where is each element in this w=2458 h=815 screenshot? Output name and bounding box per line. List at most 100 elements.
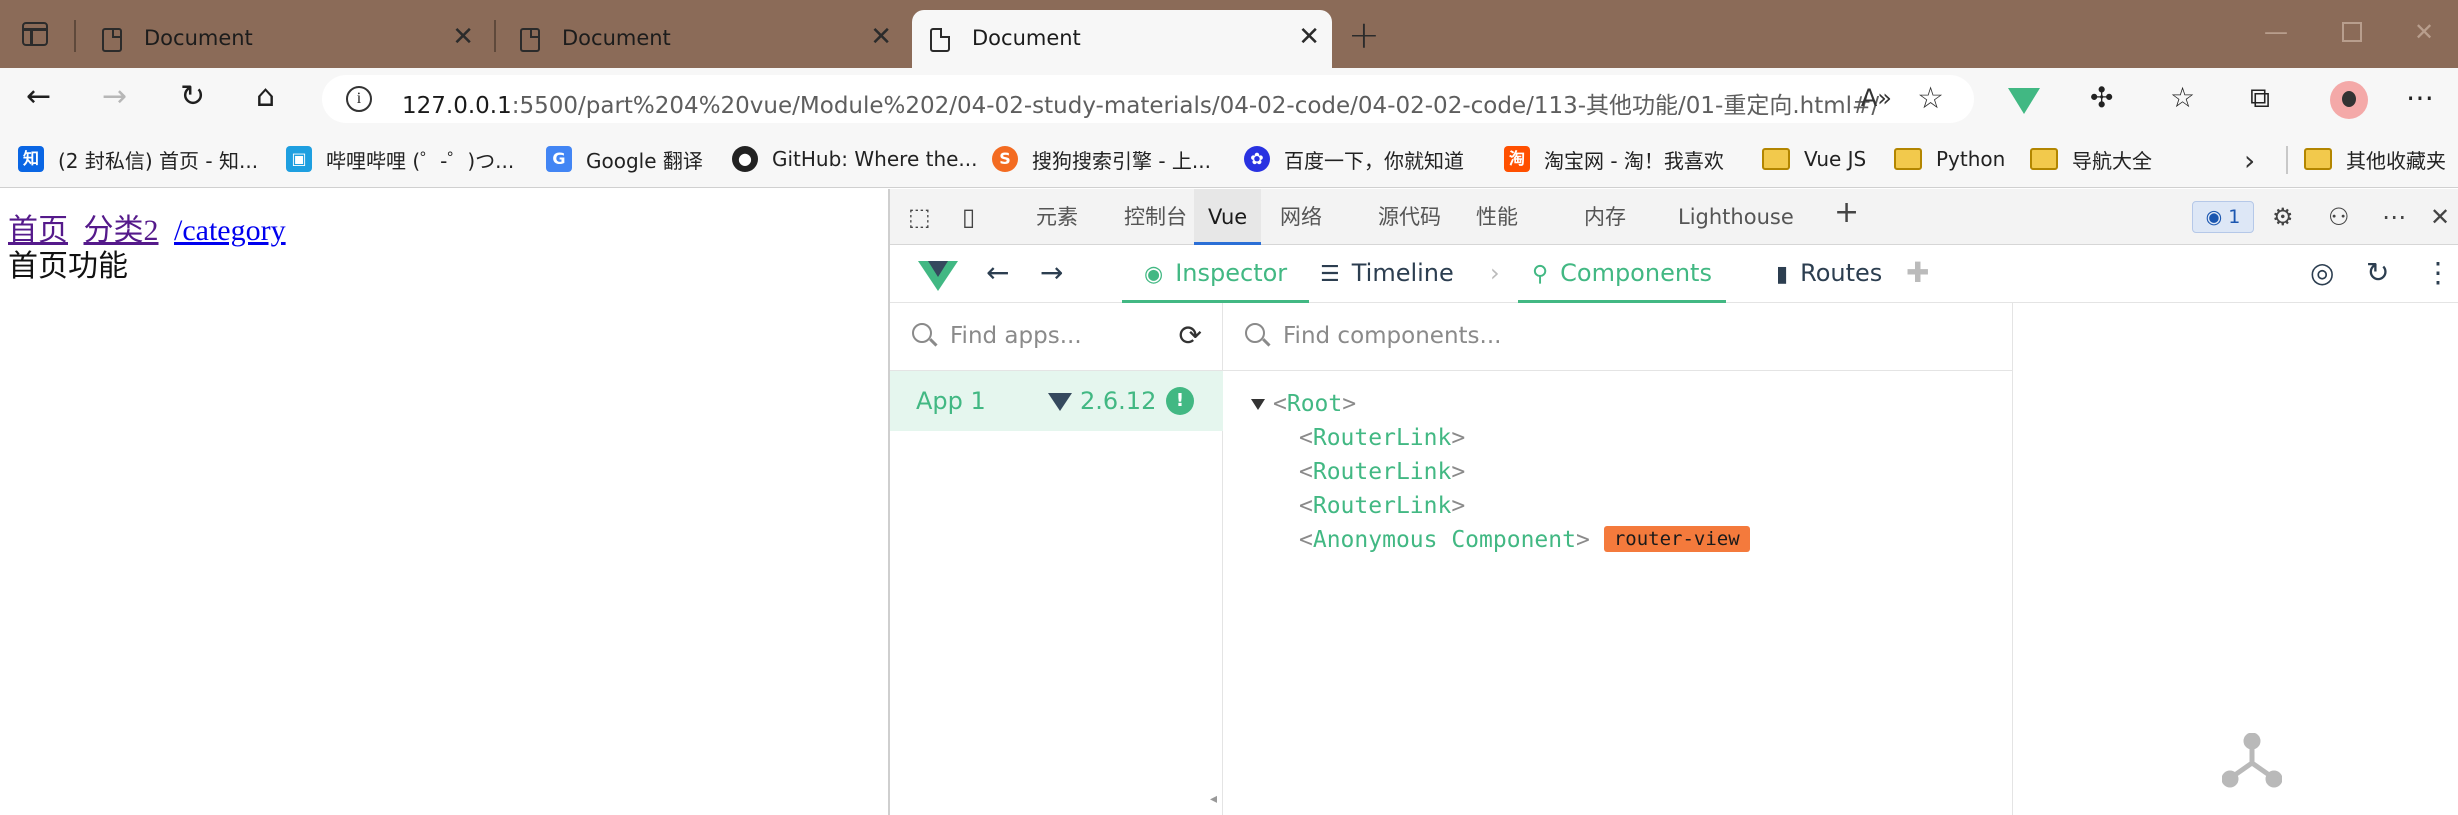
- bookmark-taobao[interactable]: 淘 淘宝网 - 淘！我喜欢: [1504, 144, 1724, 174]
- tree-node-routerlink[interactable]: <RouterLink>: [1299, 421, 1465, 455]
- folder-icon: [1762, 148, 1790, 170]
- bookmark-folder-nav[interactable]: 导航大全: [2030, 144, 2152, 174]
- bookmark-label: 百度一下，你就知道: [1284, 148, 1464, 173]
- tab-elements[interactable]: 元素: [1022, 189, 1092, 245]
- app-list-item[interactable]: App 1 2.6.12 !: [890, 371, 1223, 431]
- close-icon[interactable]: ✕: [452, 23, 474, 51]
- tab-2[interactable]: Document ✕: [502, 10, 904, 68]
- close-icon[interactable]: ✕: [870, 23, 892, 51]
- tree-node-anonymous[interactable]: <Anonymous Component> router-view: [1299, 523, 1750, 557]
- timeline-label: Timeline: [1351, 259, 1454, 287]
- tab-3-active[interactable]: Document ✕: [912, 10, 1332, 68]
- bookmark-bilibili[interactable]: ▣ 哔哩哔哩 (゜-゜)つ...: [286, 144, 514, 174]
- tab-network[interactable]: 网络: [1266, 189, 1336, 245]
- forward-arrow-icon[interactable]: →: [1040, 257, 1063, 289]
- url-text[interactable]: 127.0.0.1:5500/part%204%20vue/Module%202…: [402, 86, 1879, 120]
- collections-icon[interactable]: ⧉: [2250, 82, 2270, 114]
- inspect-element-icon[interactable]: ⬚: [908, 203, 931, 231]
- components-search[interactable]: Find components...: [1223, 303, 2013, 371]
- back-arrow-icon[interactable]: ←: [986, 257, 1009, 289]
- url-host: 127.0.0.1: [402, 93, 512, 119]
- bookmark-folder-vuejs[interactable]: Vue JS: [1762, 144, 1866, 174]
- bookmark-folder-python[interactable]: Python: [1894, 144, 2005, 174]
- settings-gear-icon[interactable]: ⚙: [2272, 203, 2294, 231]
- tab-performance[interactable]: 性能: [1462, 189, 1532, 245]
- collapse-caret-icon[interactable]: ◂: [1210, 791, 1217, 807]
- favorites-icon[interactable]: ☆: [2170, 82, 2195, 114]
- home-icon[interactable]: ⌂: [256, 80, 275, 114]
- more-icon[interactable]: ⋯: [2406, 82, 2434, 114]
- more-vertical-icon[interactable]: ⋮: [2424, 257, 2452, 289]
- tab-1[interactable]: Document ✕: [84, 10, 486, 68]
- apps-search[interactable]: Find apps... ⟳: [890, 303, 1222, 371]
- new-tab-button[interactable]: +: [1348, 16, 1380, 54]
- component-graph-icon: [2222, 733, 2282, 788]
- reload-icon[interactable]: ↻: [180, 80, 205, 114]
- tag-open: <: [1299, 459, 1313, 485]
- device-toolbar-icon[interactable]: ▯: [962, 203, 975, 231]
- inspector-tab[interactable]: ◉ Inspector: [1122, 245, 1310, 303]
- tree-node-routerlink[interactable]: <RouterLink>: [1299, 455, 1465, 489]
- breadcrumb-separator: ›: [1490, 259, 1500, 287]
- extensions-icon[interactable]: ✣: [2090, 82, 2113, 114]
- refresh-icon[interactable]: ↻: [2366, 257, 2389, 289]
- refresh-apps-icon[interactable]: ⟳: [1179, 319, 1202, 352]
- components-search-input[interactable]: Find components...: [1283, 323, 1501, 349]
- forward-icon[interactable]: →: [102, 80, 127, 114]
- bookmark-baidu[interactable]: ✿ 百度一下，你就知道: [1244, 144, 1464, 174]
- tag-close: >: [1575, 527, 1590, 553]
- chevron-right-icon[interactable]: ›: [2244, 144, 2255, 177]
- customize-icon[interactable]: ⚇: [2328, 203, 2350, 231]
- plugin-icon[interactable]: ✚: [1906, 257, 1929, 289]
- window-close-icon[interactable]: ✕: [2414, 18, 2434, 46]
- read-aloud-icon[interactable]: A»: [1861, 84, 1892, 112]
- inspector-label: Inspector: [1175, 259, 1288, 287]
- baidu-icon: ✿: [1244, 146, 1270, 172]
- tab-sources[interactable]: 源代码: [1364, 189, 1455, 245]
- more-options-icon[interactable]: ⋯: [2382, 203, 2406, 231]
- components-tab[interactable]: ⚲ Components: [1518, 245, 1726, 303]
- back-icon[interactable]: ←: [26, 80, 51, 114]
- tab-lighthouse[interactable]: Lighthouse: [1664, 189, 1808, 245]
- bookmark-label: 淘宝网 - 淘！我喜欢: [1544, 148, 1724, 173]
- sidebar-toggle-icon[interactable]: [22, 22, 48, 46]
- apps-pane: Find apps... ⟳ App 1 2.6.12 ! ◂: [890, 303, 1223, 815]
- vue-devtools-extension-icon[interactable]: [2008, 88, 2040, 114]
- address-bar[interactable]: i 127.0.0.1:5500/part%204%20vue/Module%2…: [322, 75, 1974, 123]
- maximize-icon[interactable]: [2342, 22, 2362, 42]
- tab-separator: [74, 20, 76, 52]
- timeline-tab[interactable]: ☰ Timeline: [1320, 245, 1454, 303]
- minimize-icon[interactable]: —: [2264, 18, 2288, 46]
- target-select-icon[interactable]: ◎: [2310, 257, 2334, 289]
- site-info-icon[interactable]: i: [346, 86, 372, 112]
- bookmark-sogou[interactable]: S 搜狗搜索引擎 - 上...: [992, 144, 1211, 174]
- tab-vue[interactable]: Vue: [1194, 189, 1262, 245]
- bookmark-label: 哔哩哔哩 (゜-゜)つ...: [326, 148, 515, 173]
- messages-badge[interactable]: ◉ 1: [2192, 201, 2254, 233]
- tree-node-routerlink[interactable]: <RouterLink>: [1299, 489, 1465, 523]
- google-translate-icon: G: [546, 146, 572, 172]
- profile-avatar[interactable]: [2330, 81, 2368, 119]
- bookmarks-bar: 知 (2 封私信) 首页 - 知... ▣ 哔哩哔哩 (゜-゜)つ... G G…: [0, 130, 2458, 188]
- bookmark-google-translate[interactable]: G Google 翻译: [546, 144, 703, 174]
- close-icon[interactable]: ✕: [1298, 23, 1320, 51]
- more-tabs-plus-icon[interactable]: +: [1834, 198, 1859, 228]
- bookmark-github[interactable]: ● GitHub: Where the...: [732, 144, 978, 174]
- tab-console[interactable]: 控制台: [1110, 189, 1201, 245]
- tag-open: <: [1299, 425, 1313, 451]
- expand-triangle-icon[interactable]: [1251, 399, 1265, 410]
- vue-logo-icon: [1048, 393, 1072, 411]
- url-path: :5500/part%204%20vue/Module%202/04-02-st…: [511, 93, 1880, 119]
- other-bookmarks-folder[interactable]: 其他收藏夹: [2304, 144, 2446, 174]
- bookmark-zhihu[interactable]: 知 (2 封私信) 首页 - 知...: [18, 144, 258, 174]
- component-name: RouterLink: [1312, 493, 1452, 519]
- messages-count: 1: [2228, 206, 2241, 228]
- document-icon: [930, 28, 950, 52]
- apps-search-input[interactable]: Find apps...: [950, 323, 1082, 349]
- tab-memory[interactable]: 内存: [1570, 189, 1640, 245]
- tree-node-root[interactable]: <Root>: [1223, 387, 1423, 421]
- add-favorite-icon[interactable]: ☆: [1917, 81, 1944, 116]
- routes-tab[interactable]: ▮ Routes: [1776, 245, 1882, 303]
- link-category[interactable]: /category: [174, 214, 286, 247]
- close-devtools-icon[interactable]: ✕: [2430, 203, 2450, 231]
